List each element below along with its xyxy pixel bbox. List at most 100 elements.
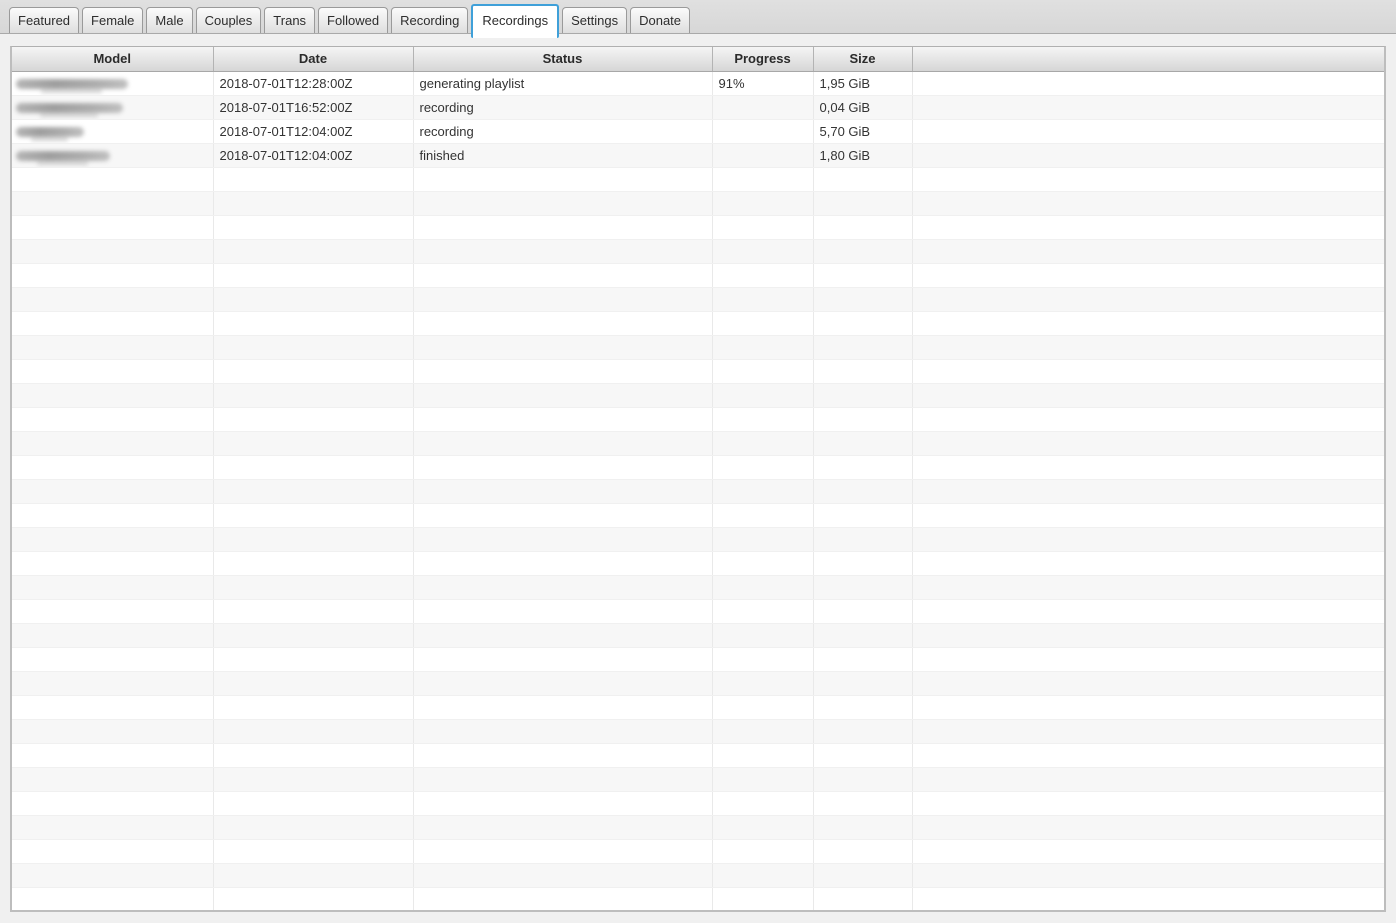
cell-progress [712,455,814,480]
cell-progress [712,311,814,336]
table-row[interactable]: 2018-07-01T12:28:00Z generating playlist 9… [12,71,1384,96]
cell-date [213,287,414,312]
tab-trans[interactable]: Trans [264,7,316,33]
tab-featured[interactable]: Featured [9,7,80,33]
table-row[interactable] [12,599,1384,624]
table-row[interactable] [12,887,1384,910]
cell-model [12,95,214,120]
cell-model [12,167,214,192]
table-row[interactable] [12,767,1384,792]
column-header-status[interactable]: Status [412,47,713,72]
cell-filler [912,791,1384,816]
table-row[interactable] [12,311,1384,336]
table-row[interactable] [12,863,1384,888]
table-row[interactable] [12,791,1384,816]
cell-size [813,263,913,288]
tab-donate[interactable]: Donate [630,7,691,33]
cell-date [213,215,414,240]
table-row[interactable] [12,719,1384,744]
cell-date [213,359,414,384]
cell-filler [912,599,1384,624]
table-row[interactable] [12,551,1384,576]
cell-progress [712,527,814,552]
cell-status [413,575,713,600]
table-row[interactable] [12,623,1384,648]
tab-recordings[interactable]: Recordings [471,4,560,38]
tab-recording[interactable]: Recording [391,7,469,33]
cell-model [12,815,214,840]
cell-model [12,215,214,240]
cell-size [813,671,913,696]
cell-filler [912,119,1384,144]
cell-model [12,743,214,768]
cell-status: generating playlist [413,71,713,96]
cell-progress [712,791,814,816]
cell-size [813,647,913,672]
cell-date: 2018-07-01T12:04:00Z [213,119,414,144]
cell-status [413,311,713,336]
column-header-progress[interactable]: Progress [711,47,814,72]
app-window: Featured Female Male Couples Trans Followed Re… [0,0,1396,923]
cell-filler [912,767,1384,792]
cell-size [813,863,913,888]
cell-model [12,551,214,576]
table-row[interactable] [12,383,1384,408]
table-row[interactable] [12,527,1384,552]
cell-size [813,167,913,192]
table-row[interactable]: 2018-07-01T16:52:00Z recording 0,04 GiB [12,95,1384,120]
cell-status [413,359,713,384]
tab-male[interactable]: Male [146,7,193,33]
cell-model [12,335,214,360]
cell-progress [712,191,814,216]
table-row[interactable] [12,815,1384,840]
cell-progress [712,479,814,504]
table-row[interactable] [12,695,1384,720]
column-header-date[interactable]: Date [212,47,414,72]
cell-date [213,527,414,552]
table-row[interactable] [12,239,1384,264]
tab-settings[interactable]: Settings [562,7,628,33]
table-row[interactable] [12,455,1384,480]
cell-progress [712,815,814,840]
table-row[interactable] [12,575,1384,600]
table-row[interactable] [12,479,1384,504]
cell-status [413,743,713,768]
cell-size [813,815,913,840]
cell-date [213,239,414,264]
table-row[interactable] [12,407,1384,432]
table-row[interactable] [12,503,1384,528]
cell-date [213,743,414,768]
cell-filler [912,431,1384,456]
tab-followed[interactable]: Followed [318,7,389,33]
table-row[interactable] [12,743,1384,768]
table-row[interactable] [12,167,1384,192]
table-row[interactable] [12,191,1384,216]
tab-female[interactable]: Female [82,7,144,33]
table-row[interactable] [12,647,1384,672]
cell-model [12,479,214,504]
tab-couples[interactable]: Couples [195,7,262,33]
cell-progress [712,215,814,240]
cell-date [213,431,414,456]
table-row[interactable] [12,287,1384,312]
table-row[interactable]: 2018-07-01T12:04:00Z recording 5,70 GiB [12,119,1384,144]
table-row[interactable] [12,671,1384,696]
column-header-model[interactable]: Model [12,47,214,72]
cell-model [12,455,214,480]
cell-status [413,623,713,648]
cell-date [213,503,414,528]
cell-date [213,479,414,504]
cell-date [213,575,414,600]
table-row[interactable] [12,263,1384,288]
cell-size: 1,95 GiB [813,71,913,96]
cell-filler [912,815,1384,840]
table-row[interactable]: 2018-07-01T12:04:00Z finished 1,80 GiB [12,143,1384,168]
cell-model [12,359,214,384]
table-row[interactable] [12,359,1384,384]
cell-filler [912,95,1384,120]
table-row[interactable] [12,431,1384,456]
table-row[interactable] [12,215,1384,240]
table-row[interactable] [12,335,1384,360]
column-header-size[interactable]: Size [812,47,913,72]
table-row[interactable] [12,839,1384,864]
